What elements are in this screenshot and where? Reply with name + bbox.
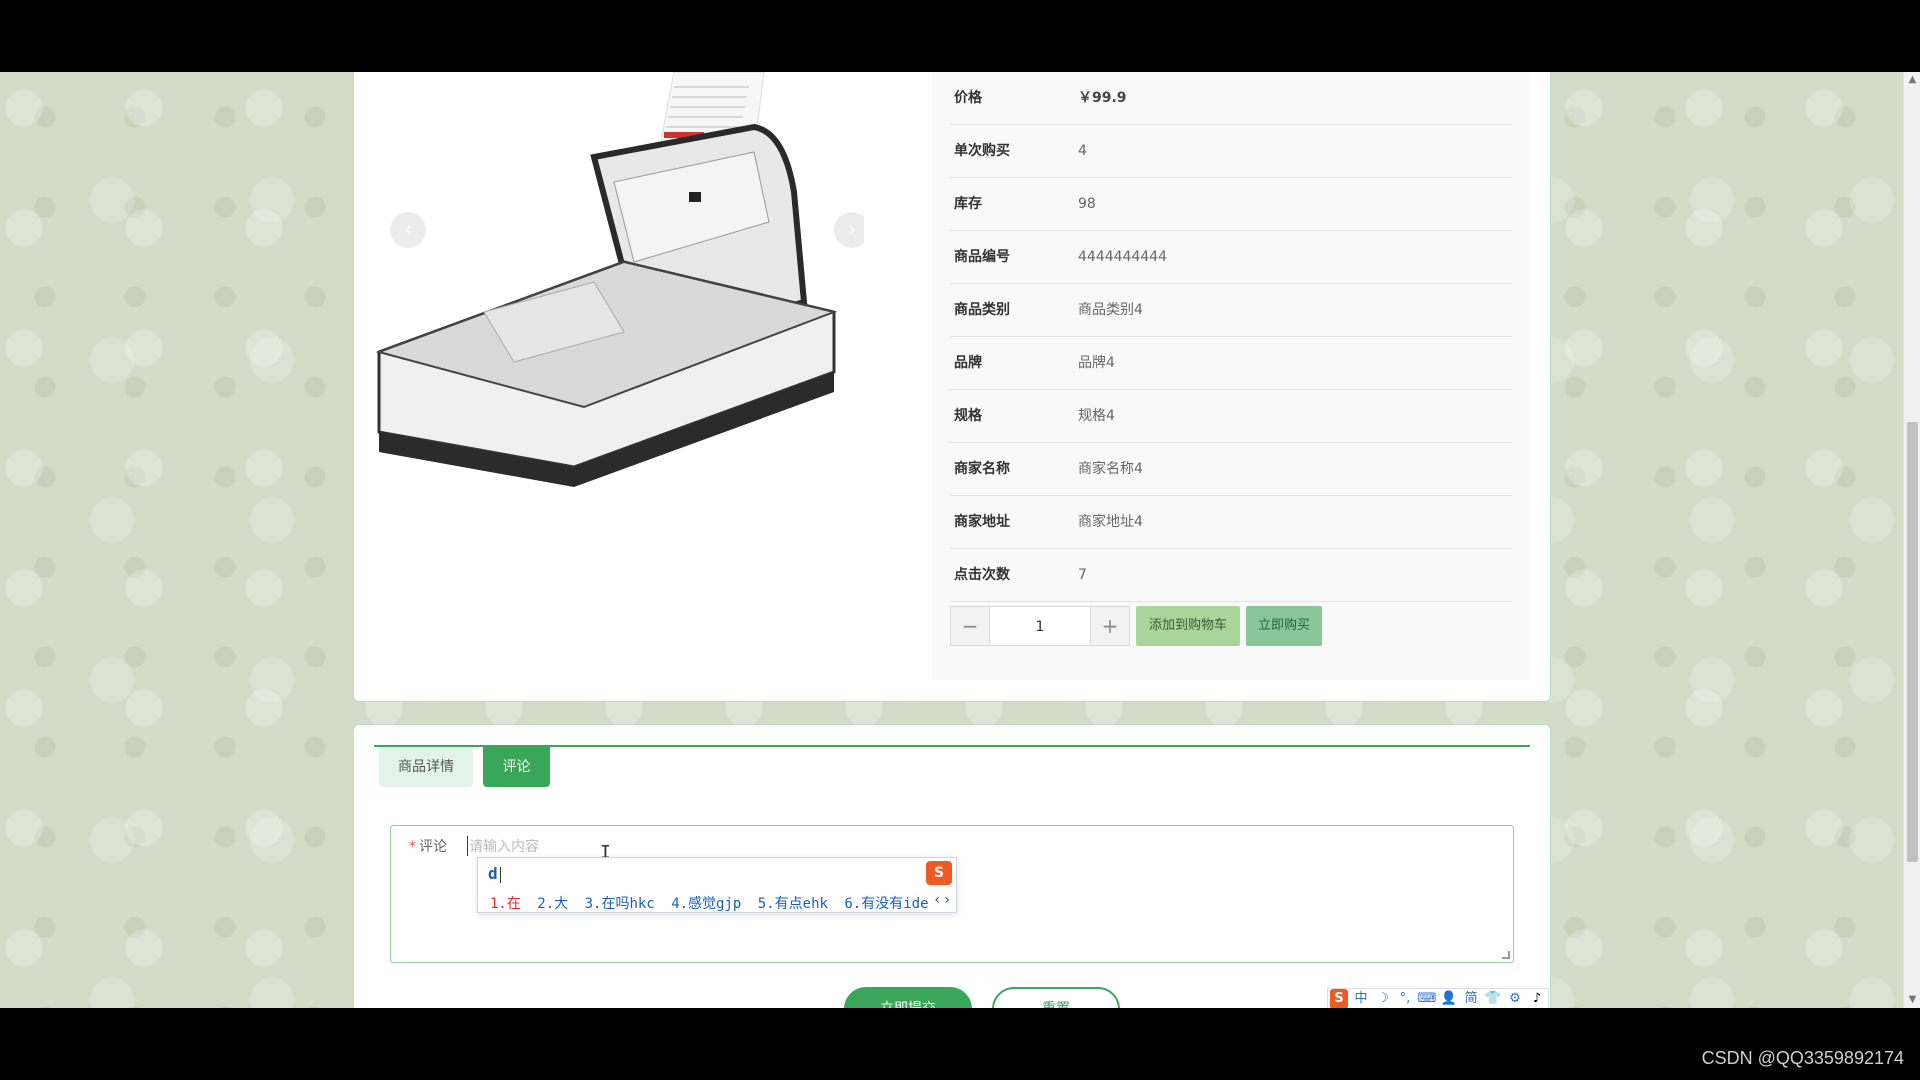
info-row-per-purchase: 单次购买 4 — [950, 125, 1512, 178]
info-row-product-id: 商品编号 4444444444 — [950, 231, 1512, 284]
ime-candidates: 1.在 2.大 3.在吗hkc 4.感觉gjp 5.有点ehk 6.有没有ide — [490, 893, 937, 913]
ime-candidate[interactable]: 6.有没有ide — [844, 896, 928, 912]
ime-candidate[interactable]: 1.在 — [490, 896, 521, 912]
ime-chinese-mode-icon[interactable]: 中 — [1350, 989, 1372, 1008]
price-value: ￥99.9 — [1078, 90, 1127, 106]
comment-label: * 评论 — [409, 836, 447, 856]
letterbox-top — [0, 0, 1920, 72]
info-row-clicks: 点击次数 7 — [950, 549, 1512, 602]
browser-viewport: ‹ › 价格 ￥99.9 单次购买 4 库存 98 商品编号 444444444… — [0, 72, 1920, 1008]
scanner-product-image — [375, 72, 838, 487]
add-to-cart-button[interactable]: 添加到购物车 — [1136, 606, 1240, 646]
ime-keyboard-icon[interactable]: ⌨ — [1416, 989, 1438, 1008]
resize-grip-icon[interactable] — [1502, 951, 1510, 959]
tiktok-icon[interactable]: ♪ — [1526, 989, 1548, 1008]
ime-toolbar-logo-icon[interactable]: S — [1330, 989, 1348, 1008]
info-value: 7 — [1078, 567, 1087, 583]
carousel-next-button[interactable]: › — [834, 212, 864, 248]
quantity-stepper: − 1 + — [950, 606, 1130, 646]
scroll-up-icon[interactable]: ▲ — [1904, 72, 1920, 88]
info-key: 点击次数 — [954, 567, 1010, 583]
comment-label-text: 评论 — [419, 839, 447, 855]
info-row-price: 价格 ￥99.9 — [950, 72, 1512, 125]
letterbox-bottom — [0, 1008, 1920, 1080]
ime-candidate[interactable]: 4.感觉gjp — [671, 896, 741, 912]
info-key: 品牌 — [954, 355, 982, 371]
info-value: 规格4 — [1078, 408, 1115, 424]
info-value: 商家名称4 — [1078, 461, 1143, 477]
ime-candidate[interactable]: 2.大 — [537, 896, 568, 912]
quantity-minus-button[interactable]: − — [950, 606, 990, 646]
carousel-prev-button[interactable]: ‹ — [390, 212, 426, 248]
info-row-stock: 库存 98 — [950, 178, 1512, 231]
info-value: 4444444444 — [1078, 249, 1168, 265]
info-key: 规格 — [954, 408, 982, 424]
page-scrollbar[interactable]: ▲ ▼ — [1903, 72, 1920, 1008]
info-row-brand: 品牌 品牌4 — [950, 337, 1512, 390]
ime-typed-text: d — [488, 864, 501, 883]
info-key: 单次购买 — [954, 143, 1010, 159]
info-value: 品牌4 — [1078, 355, 1115, 371]
comment-placeholder: 请输入内容 — [467, 836, 539, 856]
info-value: 商家地址4 — [1078, 514, 1143, 530]
quantity-plus-button[interactable]: + — [1090, 606, 1130, 646]
quantity-input[interactable]: 1 — [990, 606, 1090, 646]
info-value: 商品类别4 — [1078, 302, 1143, 318]
info-key: 商家地址 — [954, 514, 1010, 530]
info-key: 价格 — [954, 90, 982, 106]
info-row-merchant-name: 商家名称 商家名称4 — [950, 443, 1512, 496]
product-card: ‹ › 价格 ￥99.9 单次购买 4 库存 98 商品编号 444444444… — [353, 72, 1551, 702]
tab-comment[interactable]: 评论 — [483, 747, 550, 787]
info-value: 98 — [1078, 196, 1096, 212]
watermark-text: CSDN @QQ3359892174 — [1701, 1048, 1904, 1068]
info-key: 商品编号 — [954, 249, 1010, 265]
info-key: 库存 — [954, 196, 982, 212]
ime-settings-icon[interactable]: ⚙ — [1504, 989, 1526, 1008]
ime-moon-icon[interactable]: ☽ — [1372, 989, 1394, 1008]
info-value: 4 — [1078, 143, 1087, 159]
ime-punctuation-icon[interactable]: °, — [1394, 989, 1416, 1008]
scroll-down-icon[interactable]: ▼ — [1904, 992, 1920, 1008]
tab-product-details[interactable]: 商品详情 — [379, 747, 473, 787]
info-row-merchant-address: 商家地址 商家地址4 — [950, 496, 1512, 549]
buy-now-button[interactable]: 立即购买 — [1246, 606, 1322, 646]
submit-button[interactable]: 立即提交 — [844, 987, 972, 1008]
product-info-panel: 价格 ￥99.9 单次购买 4 库存 98 商品编号 4444444444 商品… — [932, 72, 1530, 680]
info-row-category: 商品类别 商品类别4 — [950, 284, 1512, 337]
ime-candidate-popup: d S 1.在 2.大 3.在吗hkc 4.感觉gjp 5.有点ehk 6.有没… — [477, 857, 957, 913]
reset-button[interactable]: 重置 — [992, 987, 1120, 1008]
ime-simplified-icon[interactable]: 简 — [1460, 989, 1482, 1008]
info-key: 商家名称 — [954, 461, 1010, 477]
ime-candidate[interactable]: 3.在吗hkc — [585, 896, 655, 912]
ime-candidate[interactable]: 5.有点ehk — [758, 896, 828, 912]
required-mark: * — [409, 839, 416, 855]
ime-page-arrows-icon[interactable]: ‹ › — [934, 892, 950, 908]
ime-logo-icon: S — [926, 861, 952, 885]
ime-status-toolbar: S 中 ☽ °, ⌨ 👤 简 👕 ⚙ ♪ — [1327, 988, 1549, 1008]
ime-skin-icon[interactable]: 👕 — [1482, 989, 1504, 1008]
info-row-spec: 规格 规格4 — [950, 390, 1512, 443]
scrollbar-thumb[interactable] — [1907, 422, 1918, 862]
ime-user-icon[interactable]: 👤 — [1438, 989, 1460, 1008]
info-key: 商品类别 — [954, 302, 1010, 318]
product-gallery: ‹ › — [374, 72, 864, 492]
